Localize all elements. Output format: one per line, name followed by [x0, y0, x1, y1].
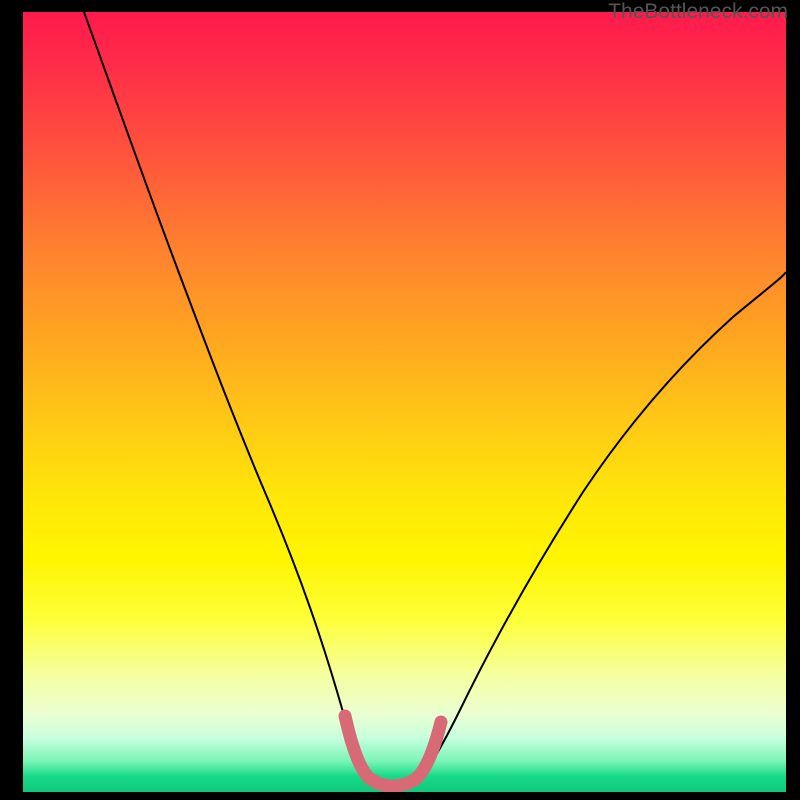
optimal-marker — [345, 716, 441, 786]
plot-area — [23, 12, 786, 792]
bottleneck-curve — [84, 12, 786, 786]
curves-svg — [23, 12, 786, 792]
watermark-text: TheBottleneck.com — [608, 0, 788, 24]
chart-frame: TheBottleneck.com — [0, 0, 800, 800]
